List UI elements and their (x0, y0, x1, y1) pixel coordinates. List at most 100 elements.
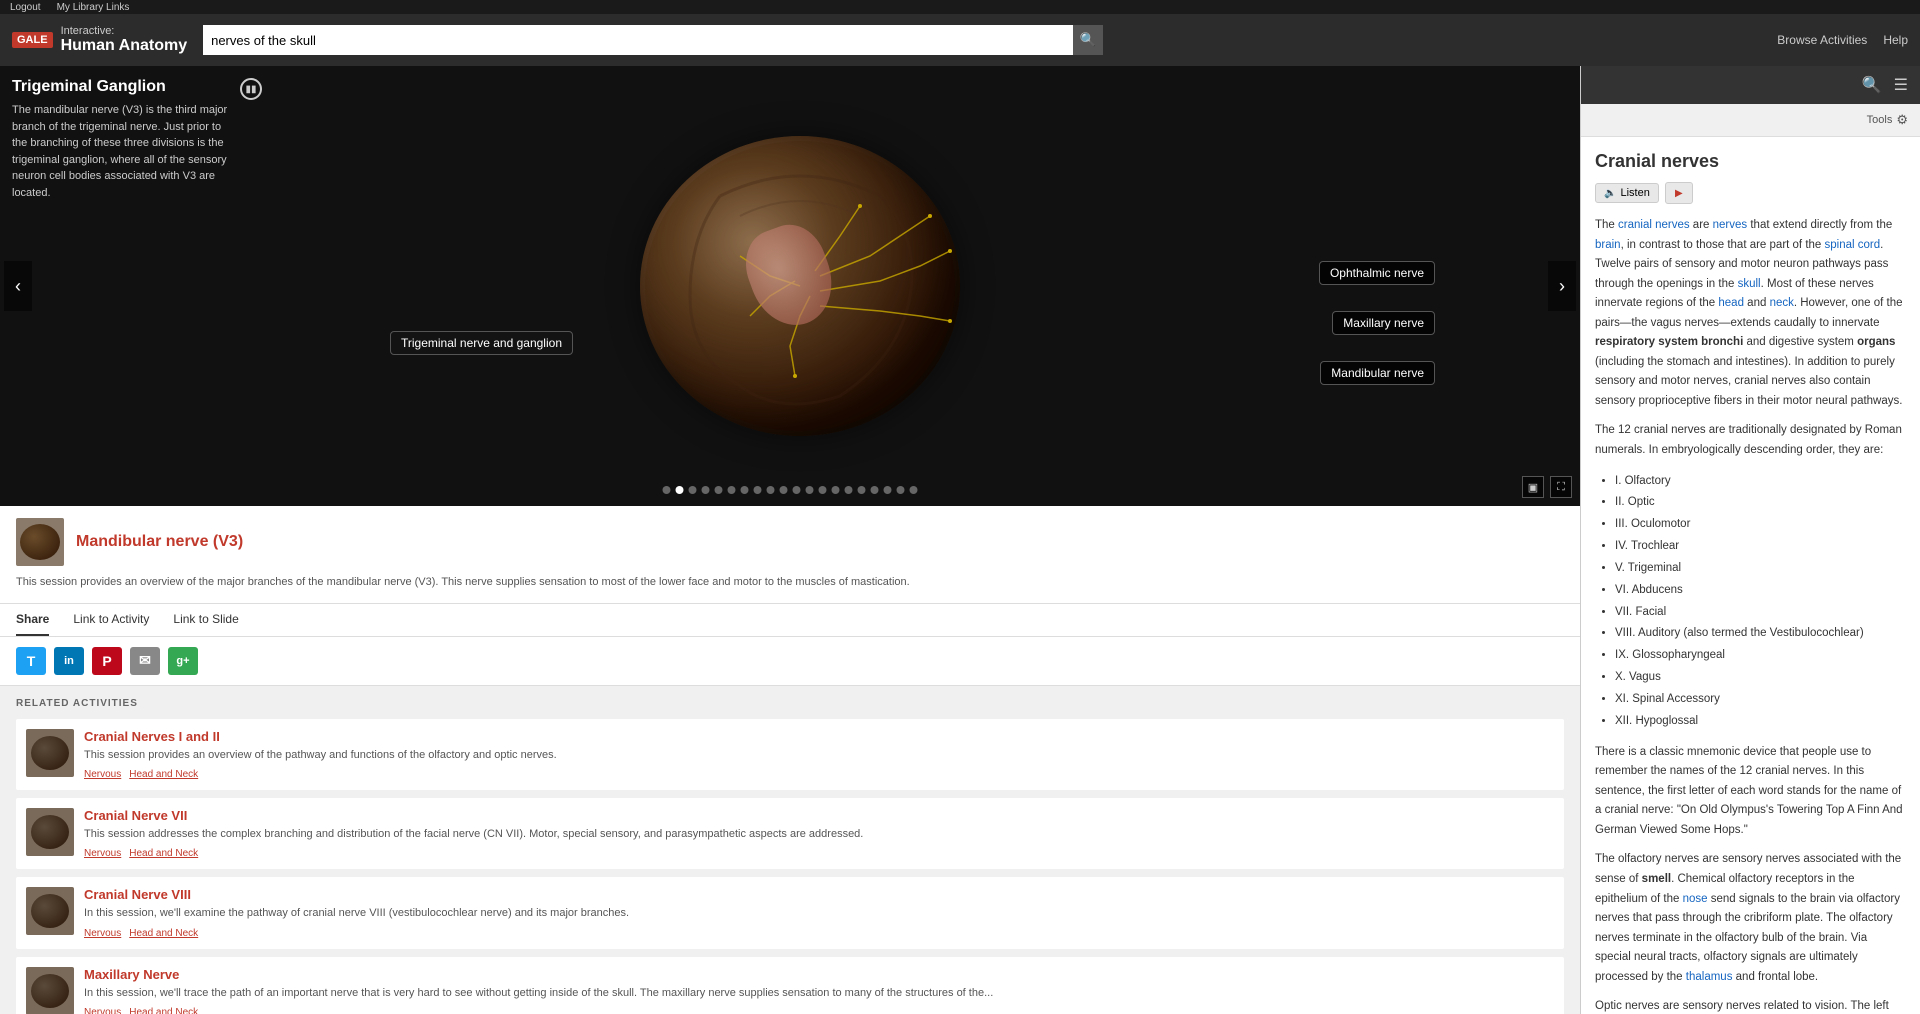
related-thumbnail (26, 729, 74, 777)
listen-bar: 🔈 Listen ▶ (1595, 182, 1906, 204)
session-thumbnail (16, 518, 64, 566)
session-text: Mandibular nerve (V3) (76, 533, 243, 551)
search-input[interactable] (203, 25, 1073, 55)
mandibular-nerve-label: Mandibular nerve (1320, 361, 1435, 385)
cranial-nerves-link[interactable]: cranial nerves (1618, 219, 1690, 231)
related-content: Maxillary Nerve In this session, we'll t… (84, 967, 1554, 1014)
thalamus-link[interactable]: thalamus (1686, 971, 1733, 983)
related-item: Cranial Nerve VII This session addresses… (16, 798, 1564, 869)
session-thumb-inner (20, 524, 60, 560)
help-link[interactable]: Help (1883, 33, 1908, 47)
neck-link[interactable]: neck (1770, 297, 1794, 309)
brain-link[interactable]: brain (1595, 239, 1621, 251)
next-slide-button[interactable]: › (1548, 261, 1576, 311)
related-item-title[interactable]: Cranial Nerves I and II (84, 729, 1554, 744)
related-thumb-inner (31, 736, 69, 770)
related-item-title[interactable]: Maxillary Nerve (84, 967, 1554, 982)
dot-20[interactable] (910, 486, 918, 494)
linkedin-button[interactable]: in (54, 647, 84, 675)
tag-nervous[interactable]: Nervous (84, 848, 121, 859)
nerve-list-item: IV. Trochlear (1615, 536, 1906, 558)
dot-14[interactable] (832, 486, 840, 494)
nerve-list-item: XI. Spinal Accessory (1615, 689, 1906, 711)
link-activity-tab[interactable]: Link to Activity (73, 604, 149, 636)
dot-15[interactable] (845, 486, 853, 494)
related-thumb-inner (31, 894, 69, 928)
tag-head-neck[interactable]: Head and Neck (129, 769, 198, 780)
logout-link[interactable]: Logout (10, 2, 41, 13)
tag-head-neck[interactable]: Head and Neck (129, 928, 198, 939)
twitter-button[interactable]: T (16, 647, 46, 675)
interactive-label: Interactive: (61, 25, 188, 37)
share-tab[interactable]: Share (16, 604, 49, 636)
header: GALE Interactive: Human Anatomy 🔍 Browse… (0, 14, 1920, 66)
dot-2[interactable] (676, 486, 684, 494)
tag-head-neck[interactable]: Head and Neck (129, 1007, 198, 1014)
nerve-list-item: V. Trigeminal (1615, 558, 1906, 580)
ophthalmic-nerve-label: Ophthalmic nerve (1319, 261, 1435, 285)
related-item-desc: This session provides an overview of the… (84, 748, 1554, 763)
listen-button[interactable]: 🔈 Listen (1595, 183, 1659, 203)
library-links[interactable]: My Library Links (57, 2, 130, 13)
dot-6[interactable] (728, 486, 736, 494)
tag-nervous[interactable]: Nervous (84, 769, 121, 780)
search-button[interactable]: 🔍 (1073, 25, 1103, 55)
dot-7[interactable] (741, 486, 749, 494)
dot-3[interactable] (689, 486, 697, 494)
share-tabs: Share Link to Activity Link to Slide (0, 604, 1580, 637)
dot-10[interactable] (780, 486, 788, 494)
logo-text: Interactive: Human Anatomy (61, 25, 188, 55)
right-panel-topbar: 🔍 ☰ (1581, 66, 1920, 104)
email-button[interactable]: ✉ (130, 647, 160, 675)
dot-12[interactable] (806, 486, 814, 494)
nerve-list-item: XII. Hypoglossal (1615, 711, 1906, 733)
dot-4[interactable] (702, 486, 710, 494)
trigeminal-nerve-label: Trigeminal nerve and ganglion (390, 331, 573, 355)
app-title: Human Anatomy (61, 37, 188, 55)
dot-8[interactable] (754, 486, 762, 494)
related-thumbnail (26, 808, 74, 856)
related-item-title[interactable]: Cranial Nerve VIII (84, 887, 1554, 902)
gplus-button[interactable]: g+ (168, 647, 198, 675)
dot-5[interactable] (715, 486, 723, 494)
head-link[interactable]: head (1718, 297, 1744, 309)
tag-nervous[interactable]: Nervous (84, 1007, 121, 1014)
nerves-link[interactable]: nerves (1713, 219, 1748, 231)
related-content: Cranial Nerve VII This session addresses… (84, 808, 1554, 859)
dot-9[interactable] (767, 486, 775, 494)
pinterest-button[interactable]: P (92, 647, 122, 675)
nerve-list-item: VII. Facial (1615, 602, 1906, 624)
article-paragraph-4: The olfactory nerves are sensory nerves … (1595, 850, 1906, 987)
resize-button[interactable]: ▣ (1522, 476, 1544, 498)
browse-activities-link[interactable]: Browse Activities (1777, 33, 1867, 47)
related-item-title[interactable]: Cranial Nerve VII (84, 808, 1554, 823)
nerve-list-item: I. Olfactory (1615, 471, 1906, 493)
dot-16[interactable] (858, 486, 866, 494)
nose-link[interactable]: nose (1683, 893, 1708, 905)
prev-slide-button[interactable]: ‹ (4, 261, 32, 311)
dot-11[interactable] (793, 486, 801, 494)
dot-19[interactable] (897, 486, 905, 494)
tools-button[interactable]: Tools ⚙ (1867, 112, 1908, 128)
slide-dots (663, 486, 918, 494)
fullscreen-button[interactable]: ⛶ (1550, 476, 1572, 498)
spinal-cord-link[interactable]: spinal cord (1825, 239, 1881, 251)
dot-13[interactable] (819, 486, 827, 494)
tag-nervous[interactable]: Nervous (84, 928, 121, 939)
play-button[interactable]: ▶ (1665, 182, 1693, 204)
related-thumb-inner (31, 974, 69, 1008)
menu-topbar-icon[interactable]: ☰ (1894, 75, 1908, 95)
search-topbar-icon[interactable]: 🔍 (1862, 75, 1882, 95)
anatomy-header: Trigeminal Ganglion The mandibular nerve… (12, 78, 262, 201)
link-slide-tab[interactable]: Link to Slide (173, 604, 238, 636)
dot-17[interactable] (871, 486, 879, 494)
related-title: RELATED ACTIVITIES (16, 698, 1564, 709)
tag-head-neck[interactable]: Head and Neck (129, 848, 198, 859)
skull-link[interactable]: skull (1738, 278, 1761, 290)
related-thumbnail (26, 967, 74, 1014)
pause-button[interactable]: ▮▮ (240, 78, 262, 100)
dot-18[interactable] (884, 486, 892, 494)
gale-badge: GALE (12, 32, 53, 48)
dot-1[interactable] (663, 486, 671, 494)
anatomy-viewer: Trigeminal Ganglion The mandibular nerve… (0, 66, 1580, 506)
